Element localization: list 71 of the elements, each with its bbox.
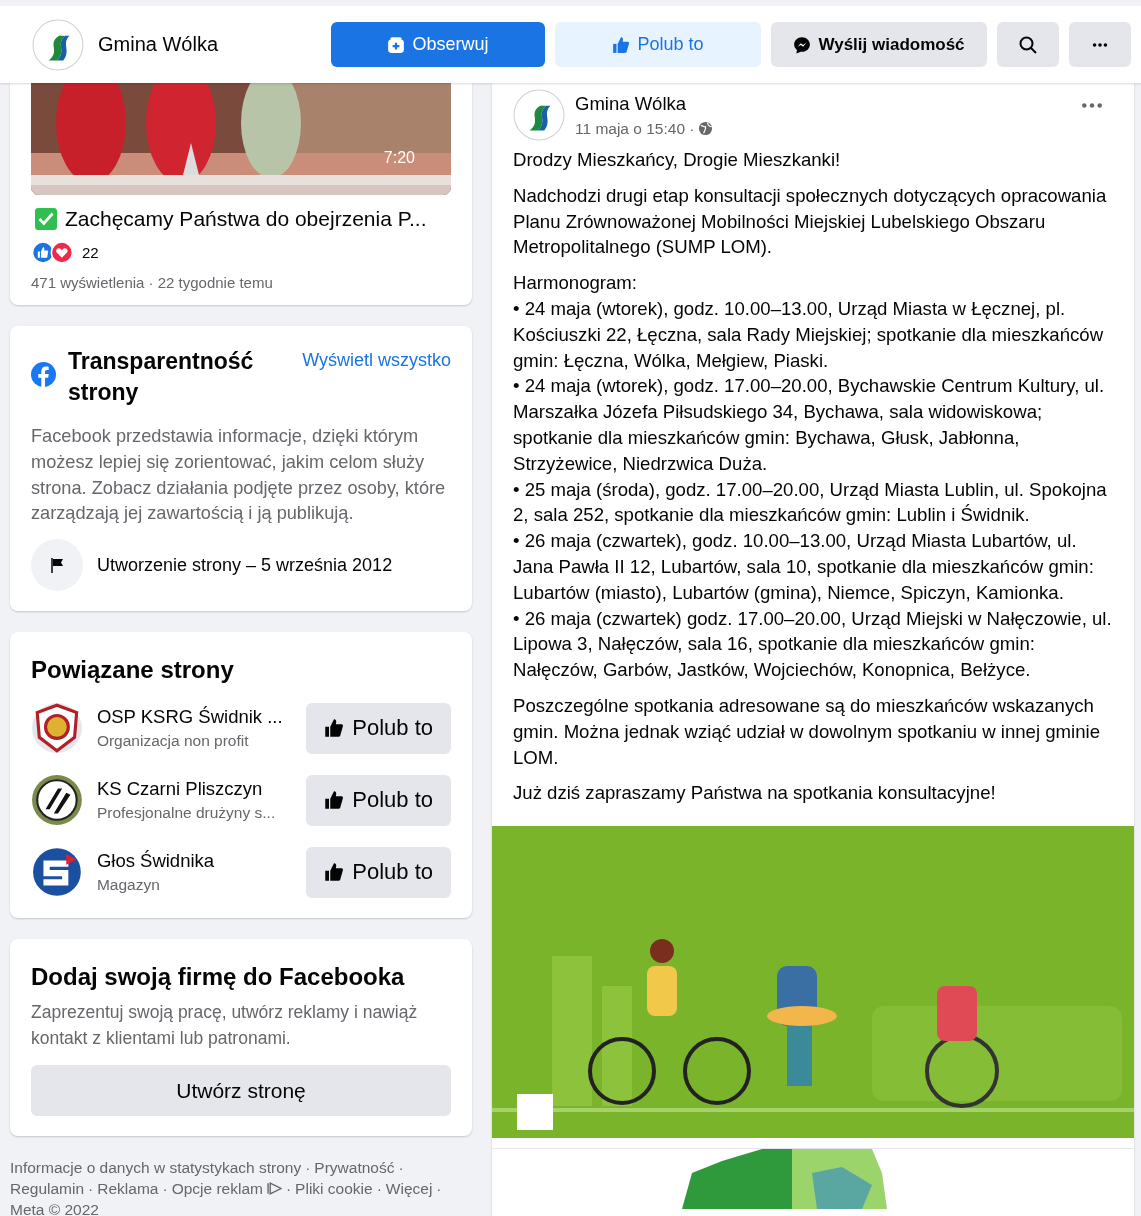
like-button[interactable]: Polub to [306,846,451,898]
chat-bubble-icon [793,35,812,54]
footer-link[interactable]: Więcej [385,1178,433,1200]
plus-icon [387,35,406,54]
card-title: Dodaj swoją firmę do Facebooka [31,963,406,992]
more-icon[interactable] [1081,101,1103,109]
post-text: Już dziś zapraszamy Państwa na spotkania konsultacyjne! [513,781,997,806]
post-author[interactable]: Gmina Wólka [575,92,714,115]
separator-dot: · [305,1158,311,1179]
separator-dot: · [285,1179,292,1200]
page-created-date: Utworzenie strony – 5 września 2012 [97,554,393,576]
video-duration: 7:20 [383,149,415,167]
badge-emblem-icon[interactable] [31,702,83,755]
footer-link[interactable]: Opcje reklam [171,1178,263,1200]
thumbs-up-icon [324,790,345,811]
footer-link[interactable]: Prywatność [314,1157,395,1179]
post-text: Nadchodzi drugi etap konsultacji społecznych dotyczących opracowania Planu Zrównoważonej Mobilności Miejskiej Lubelskiego Obszaru Metropolitalnego (SUMP LOM). [513,183,1108,260]
message-button[interactable]: Wyślij wiadomość [771,22,987,67]
post-text: Poszczególne spotkania adresowane są do mieszkańców wskazanych gmin. Można jednak wziąć udział w dowolnym spotkaniu w innej gminie LOM. [513,693,1102,770]
post-text: Harmonogram: [513,271,638,296]
related-page-category: Profesjonalne drużyny s... [96,804,277,823]
like-button[interactable]: Polub to [306,774,451,826]
post-text: • 24 maja (wtorek), godz. 10.00–13.00, Urząd Miasta w Łęcznej, pl. Kościuszki 22, Łęczna, sala Rady Miejskiej; spotkanie dla mieszkańców gmin: Łęczna, Wólka, Mełgiew, Piaski. [513,297,1105,373]
search-icon [1018,34,1038,55]
card-title: Powiązane strony [31,656,235,685]
page-logo-icon[interactable] [513,89,565,141]
video-title[interactable]: Zachęcamy Państwa do obejrzenia P... [65,207,427,231]
page-name[interactable]: Gmina Wólka [98,33,318,56]
globe-icon [698,121,714,136]
footer-link[interactable]: Reklama [97,1178,159,1200]
related-page-name[interactable]: KS Czarni Pliszczyn [96,778,307,801]
letter-logo-icon[interactable] [31,846,83,899]
see-all-link[interactable]: Wyświetl wszystko [302,350,451,371]
footer-link[interactable]: Regulamin [10,1178,85,1200]
search-button[interactable] [997,22,1059,67]
thumbs-up-icon [612,35,631,54]
separator-dot: · [376,1179,382,1200]
related-page-name[interactable]: OSP KSRG Świdnik ... [96,706,307,729]
business-description: Zaprezentuj swoją pracę, utwórz reklamy i nawiąż kontakt z klientami lub patronami. [31,1001,419,1051]
post-text: • 24 maja (wtorek), godz. 17.00–20.00, Bychawskie Centrum Kultury, ul. Marszałka Józefa Piłsudskiego 34, Bychawa, sala widowiskowa; spotkanie dla mieszkańców gmin: Bychawa, Głusk, Jabłonna, Strzyżewice, Niedrzwica Duża. [513,374,1106,476]
ad-choices-icon [266,1182,282,1196]
follow-button[interactable]: Obserwuj [331,22,545,67]
transparency-description: Facebook przedstawia informacje, dzięki którym możesz lepiej się zorientować, jakim celom służy strona. Zobacz działania podjęte przez osoby, które zarządzają jej zawartością i ją publikują. [31,425,447,526]
post-text: • 26 maja (czwartek) godz. 17.00–20.00, Urząd Miejski w Nałęczowie, ul. Lipowa 3, Nałęczów, sala 16, spotkanie dla mieszkańców gmin: Nałęczów, Garbów, Jastków, Wojciechów, Konopnica, Bełżyce. [513,606,1113,683]
footer-link[interactable]: Meta © 2022 [10,1199,99,1216]
thumbs-up-icon [324,718,345,739]
card-title: Transparentność strony [68,347,255,407]
facebook-icon [31,362,56,387]
like-button[interactable]: Polub to [306,702,451,754]
separator-dot: · [162,1179,168,1200]
related-page-name[interactable]: Głos Świdnika [96,850,307,873]
related-page-category: Magazyn [96,876,161,895]
like-button[interactable]: Polub to [555,22,761,67]
footer-link[interactable]: Informacje o danych w statystykach strony [10,1157,302,1179]
more-icon [1091,41,1109,48]
thumbs-up-icon [324,862,345,883]
post-text: • 25 maja (środa), godz. 17.00–20.00, Urząd Miasta Lublin, ul. Spokojna 2, sala 252, spotkanie dla mieszkańców gmin: Lublin i Świdnik. [513,477,1108,528]
reaction-count[interactable]: 22 [82,244,99,261]
separator-dot: · [88,1179,94,1200]
post-text: Drodzy Mieszkańcy, Drogie Mieszkanki! [513,148,842,172]
related-page-category: Organizacja non profit [96,732,250,751]
post-time[interactable]: 11 maja o 15:40 · [575,119,695,138]
footer-link[interactable]: Pliki cookie [295,1178,373,1200]
separator-dot: · [436,1179,442,1200]
separator-dot: · [398,1158,404,1179]
page-logo-icon [32,18,84,71]
create-page-button[interactable]: Utwórz stronę [31,1065,451,1117]
post-text: • 26 maja (czwartek), godz. 10.00–13.00, Urząd Miasta Lubartów, ul. Jana Pawła II 12, Lubartów, sala 10, spotkanie dla mieszkańców gmin: Lubartów (miasto), Lubartów (gmina), Niemce, Spiczyn, Kamionka. [513,529,1095,605]
striped-crest-icon[interactable] [31,774,83,827]
video-meta: 471 wyświetlenia · 22 tygodnie temu [31,274,274,291]
checkmark-icon [35,208,57,230]
